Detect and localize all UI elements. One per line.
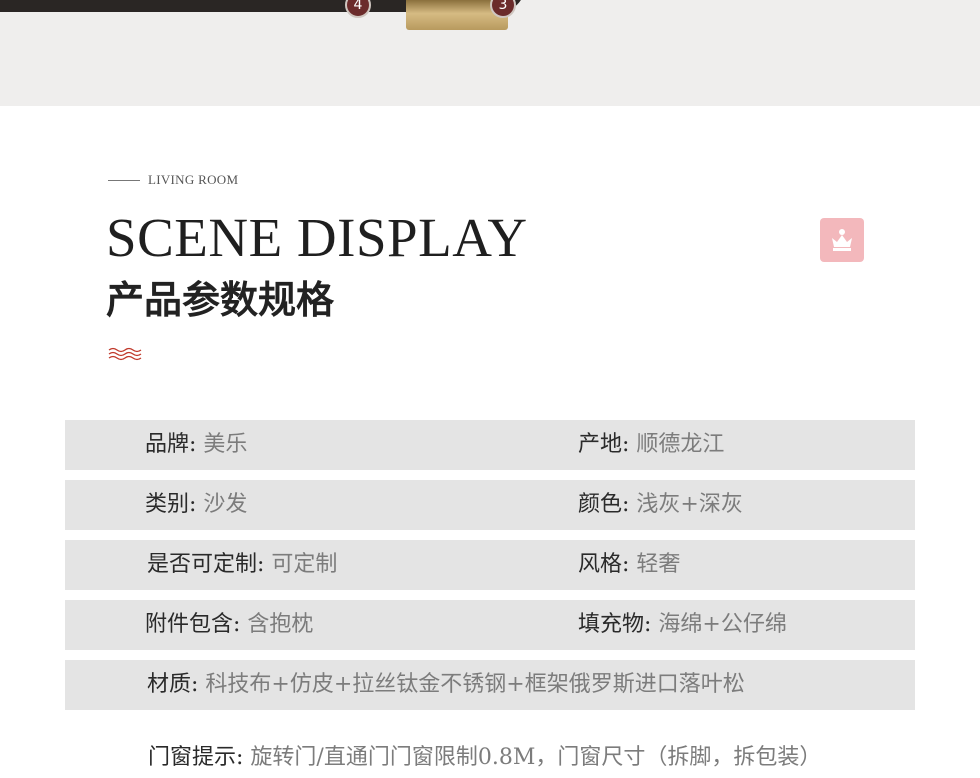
spec-label: 类别: [145, 492, 197, 517]
crown-badge [820, 218, 864, 262]
notice-label: 门窗提示: [148, 745, 244, 770]
section-eyebrow: LIVING ROOM [108, 172, 238, 188]
spec-value: 科技布+仿皮+拉丝钛金不锈钢+框架俄罗斯进口落叶松 [205, 672, 745, 697]
spec-filling: 填充物: 海绵+公仔绵 [578, 600, 787, 650]
spec-value: 可定制 [271, 552, 338, 577]
spec-label: 风格: [578, 552, 630, 577]
spec-origin: 产地: 顺德龙江 [578, 420, 724, 470]
spec-label: 颜色: [578, 492, 630, 517]
eyebrow-line [108, 179, 140, 181]
wave-icon [108, 347, 142, 361]
spec-category: 类别: 沙发 [145, 480, 247, 530]
spec-accessories: 附件包含: 含抱枕 [145, 600, 313, 650]
spec-customizable: 是否可定制: 可定制 [147, 540, 337, 590]
spec-value: 海绵+公仔绵 [658, 612, 787, 637]
product-image-band: 4 3 [0, 0, 980, 106]
notice-value: 旋转门/直通门门窗限制0.8M，门窗尺寸（拆脚，拆包装） [250, 745, 822, 770]
spec-value: 美乐 [203, 432, 248, 457]
spec-label: 品牌: [145, 432, 197, 457]
spec-row: 附件包含: 含抱枕 填充物: 海绵+公仔绵 [65, 600, 915, 650]
section-title-en: SCENE DISPLAY [106, 207, 528, 268]
section-title-cn: 产品参数规格 [106, 277, 335, 322]
spec-value: 轻奢 [636, 552, 681, 577]
door-window-notice: 门窗提示: 旋转门/直通门门窗限制0.8M，门窗尺寸（拆脚，拆包装） [148, 738, 821, 778]
spec-row: 是否可定制: 可定制 风格: 轻奢 [65, 540, 915, 590]
hotspot-marker-4[interactable]: 4 [345, 0, 371, 18]
spec-value: 浅灰+深灰 [636, 492, 743, 517]
spec-label: 是否可定制: [147, 552, 265, 577]
spec-label: 附件包含: [145, 612, 241, 637]
spec-value: 沙发 [203, 492, 248, 517]
eyebrow-text: LIVING ROOM [148, 172, 239, 187]
crown-icon [832, 229, 852, 251]
spec-color: 颜色: 浅灰+深灰 [578, 480, 743, 530]
spec-brand: 品牌: 美乐 [145, 420, 247, 470]
spec-value: 含抱枕 [247, 612, 314, 637]
spec-row: 品牌: 美乐 产地: 顺德龙江 [65, 420, 915, 470]
spec-material: 材质: 科技布+仿皮+拉丝钛金不锈钢+框架俄罗斯进口落叶松 [147, 660, 745, 710]
spec-label: 填充物: [578, 612, 652, 637]
spec-row: 材质: 科技布+仿皮+拉丝钛金不锈钢+框架俄罗斯进口落叶松 [65, 660, 915, 710]
spec-label: 材质: [147, 672, 199, 697]
spec-label: 产地: [578, 432, 630, 457]
spec-row: 类别: 沙发 颜色: 浅灰+深灰 [65, 480, 915, 530]
spec-style: 风格: 轻奢 [578, 540, 680, 590]
spec-value: 顺德龙江 [636, 432, 725, 457]
